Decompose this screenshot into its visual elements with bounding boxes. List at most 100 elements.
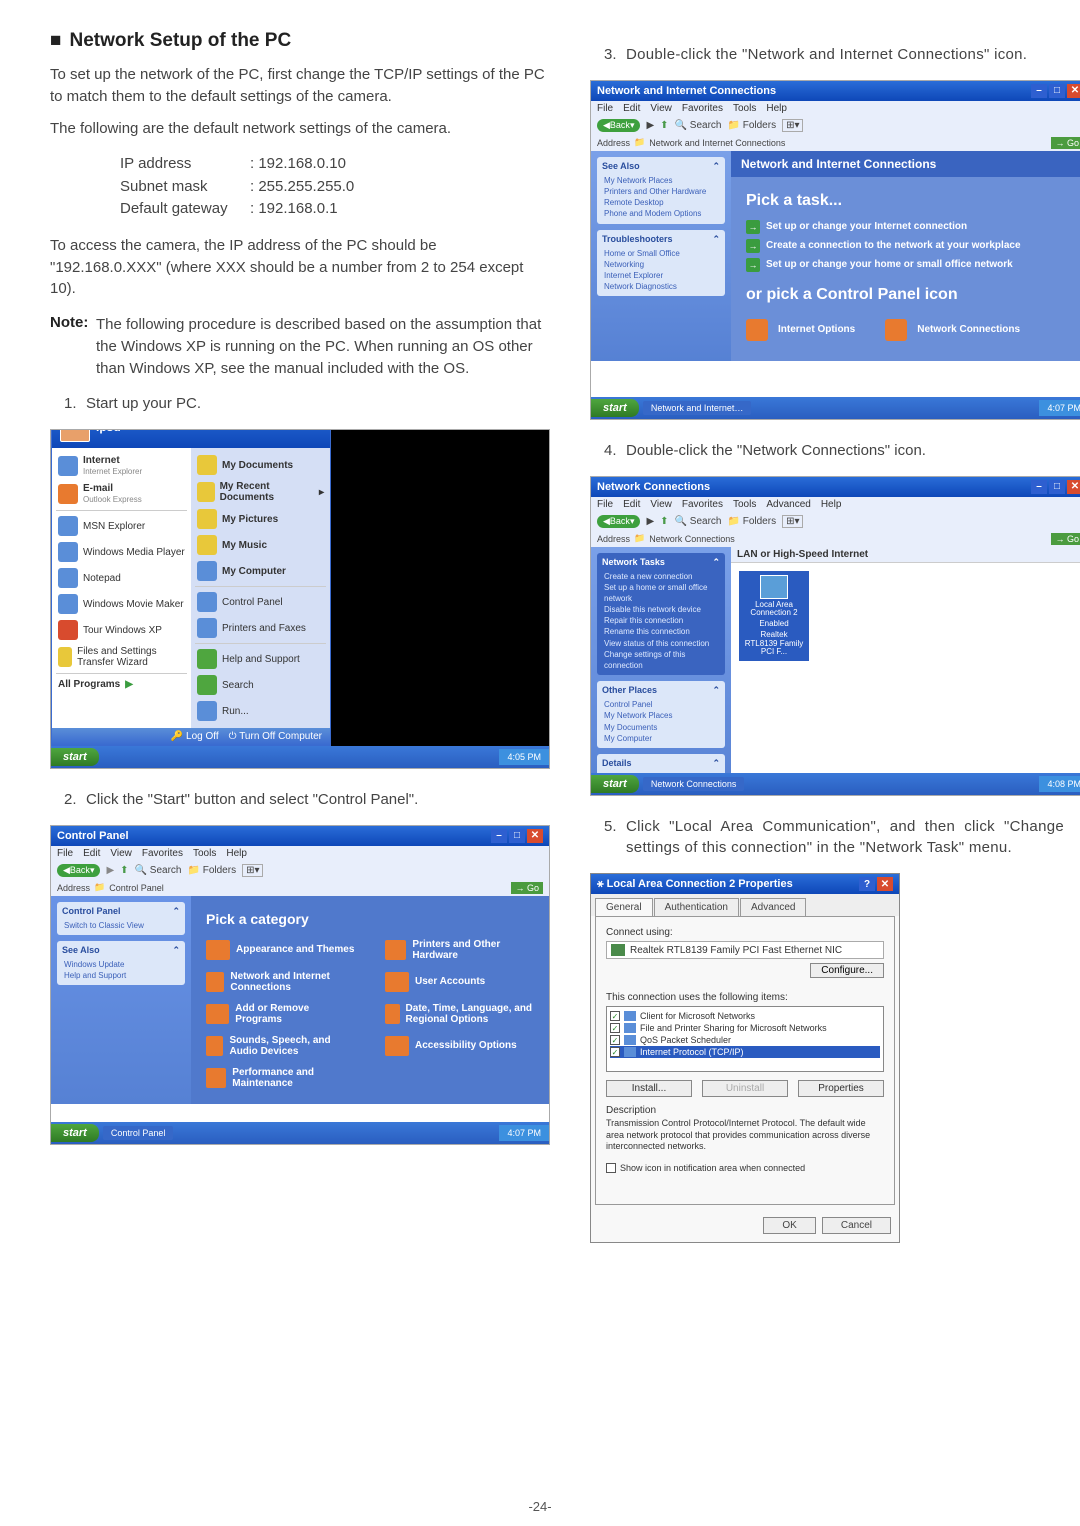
start-item-email[interactable]: E-mailOutlook Express [56, 480, 187, 508]
other-my-comp[interactable]: My Computer [602, 733, 720, 744]
back-button[interactable]: ◀ Back ▾ [597, 119, 640, 132]
start-item-run[interactable]: Run... [195, 698, 326, 724]
start-item-mydocs[interactable]: My Documents [195, 452, 326, 478]
start-item-internet[interactable]: InternetInternet Explorer [56, 452, 187, 480]
up-icon[interactable]: ⬆ [660, 516, 668, 527]
forward-button[interactable]: ▶ [646, 120, 654, 131]
address-value[interactable]: Network Connections [649, 534, 735, 544]
task-home-office[interactable]: →Set up or change your home or small off… [746, 258, 1074, 272]
forward-button[interactable]: ▶ [106, 865, 114, 876]
start-button[interactable]: start [51, 748, 99, 766]
go-button[interactable]: → Go [1051, 137, 1080, 149]
tab-advanced[interactable]: Advanced [740, 898, 806, 916]
search-button[interactable]: 🔍 Search [135, 865, 182, 876]
go-button[interactable]: → Go [511, 882, 543, 894]
start-item-mymusic[interactable]: My Music [195, 532, 326, 558]
views-icon[interactable]: ⊞▾ [782, 119, 803, 132]
phone-modem-link[interactable]: Phone and Modem Options [602, 208, 720, 219]
help-support-link[interactable]: Help and Support [62, 970, 180, 981]
views-icon[interactable]: ⊞▾ [242, 864, 263, 877]
taskbar-item[interactable]: Network and Internet… [643, 401, 752, 415]
ok-button[interactable]: OK [763, 1217, 815, 1234]
cat-sounds[interactable]: Sounds, Speech, and Audio Devices [206, 1035, 355, 1057]
my-network-places-link[interactable]: My Network Places [602, 175, 720, 186]
address-value[interactable]: Control Panel [109, 883, 164, 893]
start-item-controlpanel[interactable]: Control Panel [195, 589, 326, 615]
home-office-tshoot-link[interactable]: Home or Small Office Networking [602, 248, 720, 270]
start-item-mypics[interactable]: My Pictures [195, 506, 326, 532]
netdiag-tshoot-link[interactable]: Network Diagnostics [602, 281, 720, 292]
other-control-panel[interactable]: Control Panel [602, 699, 720, 710]
go-button[interactable]: → Go [1051, 533, 1080, 545]
other-my-network[interactable]: My Network Places [602, 710, 720, 721]
cat-appearance[interactable]: Appearance and Themes [206, 939, 355, 961]
connection-item[interactable]: Local Area Connection 2 Enabled Realtek … [739, 571, 809, 662]
items-listbox[interactable]: ✓Client for Microsoft Networks ✓File and… [606, 1006, 884, 1072]
shutdown-button[interactable]: ⏻ Turn Off Computer [229, 731, 322, 742]
start-item-wmp[interactable]: Windows Media Player [56, 539, 187, 565]
start-item-msn[interactable]: MSN Explorer [56, 513, 187, 539]
views-icon[interactable]: ⊞▾ [782, 515, 803, 528]
tab-general[interactable]: General [595, 898, 653, 916]
ie-tshoot-link[interactable]: Internet Explorer [602, 270, 720, 281]
cancel-button[interactable]: Cancel [822, 1217, 891, 1234]
menu-bar[interactable]: FileEditViewFavoritesToolsHelp [51, 846, 549, 861]
windows-update-link[interactable]: Windows Update [62, 959, 180, 970]
properties-button[interactable]: Properties [798, 1080, 884, 1097]
minimize-button[interactable]: – [491, 829, 507, 843]
collapse-icon[interactable]: ⌃ [712, 161, 720, 172]
cat-users[interactable]: User Accounts [385, 971, 534, 993]
printers-hardware-link[interactable]: Printers and Other Hardware [602, 186, 720, 197]
folders-button[interactable]: 📁 Folders [727, 120, 776, 131]
start-item-mycomp[interactable]: My Computer [195, 558, 326, 584]
start-button[interactable]: start [591, 775, 639, 793]
cat-performance[interactable]: Performance and Maintenance [206, 1067, 355, 1089]
task-workplace[interactable]: →Create a connection to the network at y… [746, 239, 1074, 253]
close-button[interactable]: ✕ [1067, 480, 1080, 494]
minimize-button[interactable]: – [1031, 480, 1047, 494]
start-all-programs[interactable]: All Programs ▶ [56, 676, 187, 693]
task-create-conn[interactable]: Create a new connection [602, 571, 720, 582]
cat-addremove[interactable]: Add or Remove Programs [206, 1003, 355, 1025]
cat-accessibility[interactable]: Accessibility Options [385, 1035, 534, 1057]
folders-button[interactable]: 📁 Folders [727, 516, 776, 527]
tab-authentication[interactable]: Authentication [654, 898, 739, 916]
cat-printers[interactable]: Printers and Other Hardware [385, 939, 534, 961]
back-button[interactable]: ◀ Back ▾ [57, 864, 100, 877]
help-button[interactable]: ? [859, 877, 875, 891]
collapse-icon[interactable]: ⌃ [712, 685, 720, 696]
task-disable[interactable]: Disable this network device [602, 604, 720, 615]
start-item-help[interactable]: Help and Support [195, 646, 326, 672]
task-rename[interactable]: Rename this connection [602, 626, 720, 637]
start-item-recent[interactable]: My Recent Documents ▸ [195, 478, 326, 506]
collapse-icon[interactable]: ⌃ [712, 758, 720, 769]
collapse-icon[interactable]: ⌃ [712, 234, 720, 245]
task-status[interactable]: View status of this connection [602, 638, 720, 649]
toolbar[interactable]: ◀ Back ▾ ▶ ⬆ 🔍 Search 📁 Folders ⊞▾ [51, 861, 549, 880]
maximize-button[interactable]: □ [1049, 84, 1065, 98]
toolbar[interactable]: ◀ Back ▾ ▶ ⬆ 🔍 Search 📁 Folders ⊞▾ [591, 116, 1080, 135]
start-item-fst[interactable]: Files and Settings Transfer Wizard [56, 643, 187, 671]
maximize-button[interactable]: □ [509, 829, 525, 843]
back-button[interactable]: ◀ Back ▾ [597, 515, 640, 528]
uninstall-button[interactable]: Uninstall [702, 1080, 788, 1097]
start-item-tour[interactable]: Tour Windows XP [56, 617, 187, 643]
cat-datetime[interactable]: Date, Time, Language, and Regional Optio… [385, 1003, 534, 1025]
search-button[interactable]: 🔍 Search [675, 516, 722, 527]
cp-internet-options[interactable]: Internet Options [746, 319, 855, 341]
folders-button[interactable]: 📁 Folders [187, 865, 236, 876]
address-value[interactable]: Network and Internet Connections [649, 138, 785, 148]
show-icon-checkbox[interactable] [606, 1163, 616, 1173]
start-item-printers[interactable]: Printers and Faxes [195, 615, 326, 641]
logoff-button[interactable]: 🔑 Log Off [171, 731, 219, 742]
close-button[interactable]: ✕ [877, 877, 893, 891]
task-repair[interactable]: Repair this connection [602, 615, 720, 626]
cp-network-connections[interactable]: Network Connections [885, 319, 1020, 341]
minimize-button[interactable]: – [1031, 84, 1047, 98]
menu-bar[interactable]: FileEditViewFavoritesToolsHelp [591, 101, 1080, 116]
configure-button[interactable]: Configure... [810, 963, 884, 978]
collapse-icon[interactable]: ⌃ [712, 557, 720, 568]
collapse-icon[interactable]: ⌃ [172, 906, 180, 917]
maximize-button[interactable]: □ [1049, 480, 1065, 494]
close-button[interactable]: ✕ [527, 829, 543, 843]
